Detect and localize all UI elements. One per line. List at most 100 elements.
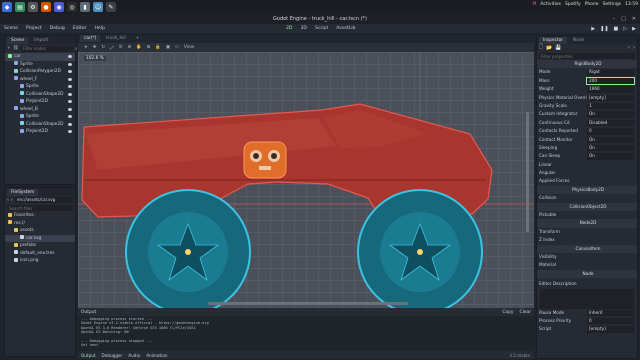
visibility-eye-icon[interactable] — [68, 107, 72, 111]
visibility-eye-icon[interactable] — [68, 115, 72, 118]
pause-icon[interactable]: ❚❚ — [600, 26, 608, 32]
visibility-eye-icon[interactable] — [68, 100, 72, 103]
search-icon[interactable]: ⌕ — [75, 46, 78, 52]
property-value-field[interactable]: On — [587, 144, 634, 152]
save-icon[interactable]: 💾 — [555, 45, 561, 51]
inspector-section-toggle[interactable]: Linear — [537, 161, 637, 169]
tab-node[interactable]: Node — [569, 37, 588, 44]
menu-item-editor[interactable]: Editor — [73, 26, 87, 31]
app-launcher-icon[interactable]: ◆ — [2, 2, 12, 12]
tab-debugger[interactable]: Debugger — [102, 353, 123, 358]
filter-properties-input[interactable] — [539, 53, 635, 59]
minimize-icon[interactable]: – — [613, 14, 616, 24]
visibility-eye-icon[interactable] — [68, 122, 72, 126]
close-icon[interactable]: ✕ — [632, 14, 636, 24]
link-icon[interactable]: ⛓ — [13, 46, 19, 51]
property-value-field[interactable]: 1 — [587, 102, 634, 110]
fs-item[interactable]: default_env.tres — [5, 250, 75, 258]
fs-path[interactable]: res://assets/car.svg — [14, 197, 73, 203]
rotate-tool-icon[interactable]: ↻ — [101, 45, 105, 50]
property-value-field[interactable]: [empty] — [587, 326, 634, 333]
tray-item[interactable]: M — [533, 2, 537, 7]
inspector-section-toggle[interactable]: Z Index — [537, 236, 637, 244]
tab-output[interactable]: Output — [81, 353, 96, 358]
file-manager-icon[interactable]: ▤ — [15, 2, 25, 12]
property-value-field[interactable]: 0 — [587, 128, 634, 135]
godot-logo-sprite[interactable] — [243, 141, 287, 179]
tab-scene[interactable]: Scene — [7, 37, 29, 44]
tab-filesystem[interactable]: FileSystem — [7, 189, 39, 196]
property-value-field[interactable]: On — [587, 153, 634, 160]
new-resource-icon[interactable]: 🗋 — [539, 44, 543, 52]
fs-item[interactable]: car.svg — [5, 234, 75, 242]
select-tool-icon[interactable]: ➤ — [84, 45, 88, 50]
scene-tree-node[interactable]: Sprite — [5, 113, 75, 121]
tray-item[interactable]: Settings — [603, 2, 621, 7]
tab-truck-hill-scene[interactable]: truck_hill — [102, 35, 129, 42]
scene-tree-node[interactable]: CollisionShape2D — [5, 121, 75, 129]
open-icon[interactable]: 📂 — [546, 45, 552, 51]
history-back-icon[interactable]: ‹ — [628, 45, 630, 51]
search-files-input[interactable] — [7, 205, 73, 211]
property-value-field[interactable]: On — [587, 111, 634, 118]
visibility-eye-icon[interactable] — [68, 77, 72, 81]
tray-item[interactable]: Phone — [585, 2, 599, 7]
visibility-eye-icon[interactable] — [68, 130, 72, 133]
visibility-eye-icon[interactable] — [68, 92, 72, 96]
inspector-section-toggle[interactable]: Visibility — [537, 253, 637, 261]
filter-nodes-input[interactable] — [20, 45, 73, 52]
tab-car-scene[interactable]: car(*) — [80, 35, 101, 42]
tab-inspector[interactable]: Inspector — [539, 37, 568, 44]
menu-item-scene[interactable]: Scene — [4, 26, 18, 31]
stop-icon[interactable]: ■ — [614, 26, 619, 32]
forward-icon[interactable]: › — [11, 198, 13, 203]
property-value-field[interactable]: 0 — [587, 317, 634, 325]
fs-item[interactable]: res:// — [5, 220, 75, 228]
inspector-section-toggle[interactable]: Angular — [537, 169, 637, 177]
scene-tree-node[interactable]: PinJoint2D — [5, 98, 75, 106]
group-icon[interactable]: ▣ — [166, 45, 170, 50]
front-wheel-sprite[interactable] — [125, 189, 251, 308]
pan-tool-icon[interactable]: ✋ — [136, 45, 141, 50]
tab-import[interactable]: Import — [30, 37, 52, 44]
browser-icon[interactable]: ● — [41, 2, 51, 12]
scene-tree-node[interactable]: Sprite — [5, 83, 75, 91]
scene-tree-node[interactable]: car — [5, 53, 75, 61]
property-value-field[interactable]: Disabled — [587, 119, 634, 127]
inspector-section-toggle[interactable]: Applied Forces — [537, 177, 637, 185]
workspace-3d[interactable]: 3D — [300, 26, 306, 31]
menu-item-debug[interactable]: Debug — [50, 26, 65, 31]
workspace-assetlib[interactable]: AssetLib — [336, 26, 355, 31]
scene-tree-node[interactable]: wheel_F — [5, 76, 75, 84]
scene-tree-node[interactable]: Sprite — [5, 61, 75, 69]
scale-tool-icon[interactable]: ⤢ — [110, 45, 114, 51]
property-value-field[interactable]: 1960 — [587, 86, 634, 93]
workspace-script[interactable]: Script — [315, 26, 328, 31]
visibility-eye-icon[interactable] — [68, 55, 72, 58]
property-value-field[interactable]: Rigid — [587, 69, 634, 76]
scene-tree-node[interactable]: CollisionPolygon2D — [5, 68, 75, 76]
lock-icon[interactable]: 🔒 — [155, 45, 160, 50]
list-select-icon[interactable]: ☰ — [119, 45, 123, 50]
property-value-field[interactable]: On — [587, 136, 634, 144]
visibility-eye-icon[interactable] — [68, 70, 72, 73]
property-value-field[interactable]: [empty] — [587, 94, 634, 102]
back-wheel-sprite[interactable] — [357, 189, 483, 308]
canvas-viewport[interactable]: 102.6 % — [78, 52, 534, 308]
tray-item[interactable]: Spotify — [565, 2, 581, 7]
fs-item[interactable]: Favorites: — [5, 212, 75, 220]
fs-item[interactable]: prefabs — [5, 242, 75, 250]
scene-tree-node[interactable]: wheel_B — [5, 106, 75, 114]
inspector-section-toggle[interactable]: Collision — [537, 194, 637, 202]
inspector-section-toggle[interactable]: Pickable — [537, 211, 637, 219]
godot-taskbar-icon[interactable]: ☺ — [93, 2, 103, 12]
snap-icon[interactable]: ⊞ — [147, 45, 151, 50]
terminal-icon[interactable]: ▮ — [80, 2, 90, 12]
add-node-icon[interactable]: + — [7, 46, 11, 51]
inspector-section-toggle[interactable]: Transform — [537, 228, 637, 236]
tab-animation[interactable]: Animation — [146, 353, 167, 358]
settings-icon[interactable]: ⚙ — [28, 2, 38, 12]
workspace-2d[interactable]: 2D — [286, 26, 292, 31]
visibility-eye-icon[interactable] — [68, 85, 72, 88]
steam-icon[interactable]: ◎ — [67, 2, 77, 12]
